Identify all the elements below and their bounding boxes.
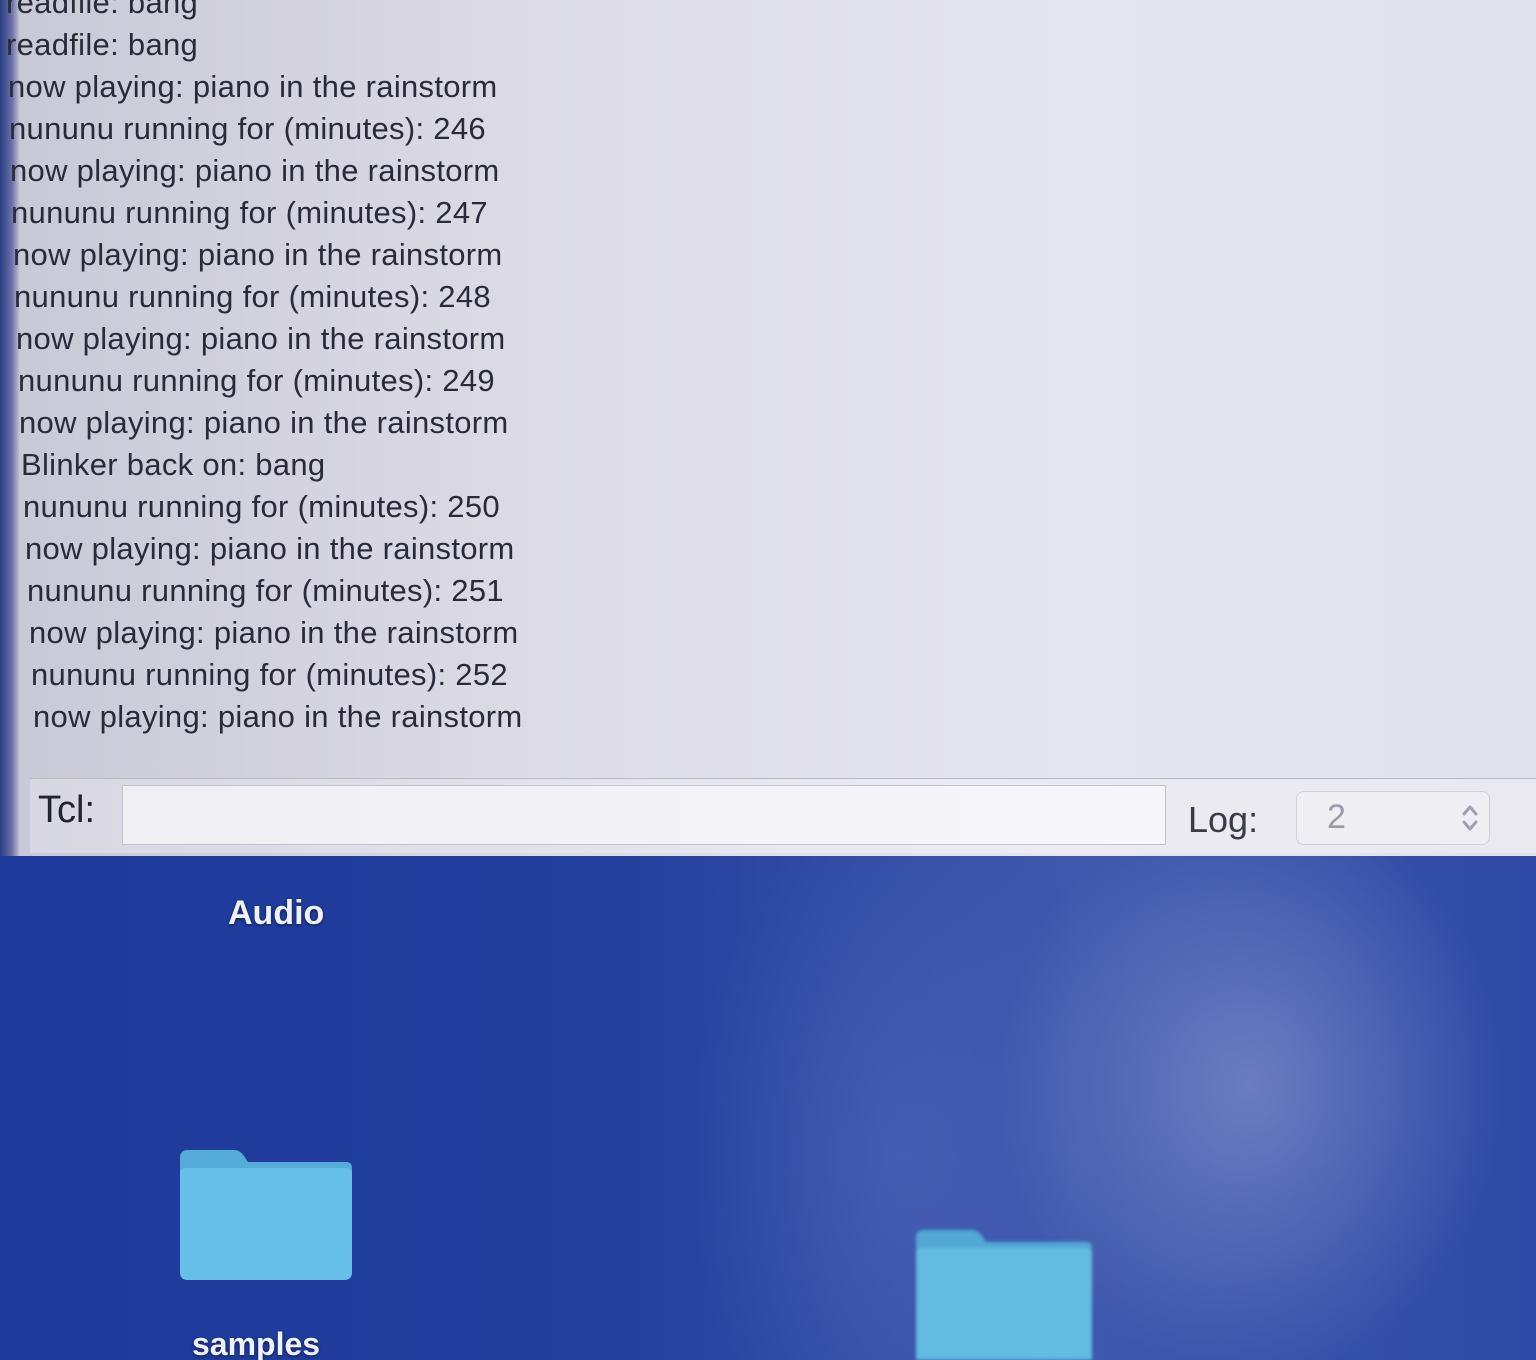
- folder-label: samples: [192, 1326, 321, 1360]
- log-line: readfile: bang: [6, 0, 199, 20]
- audio-section-label: Audio: [228, 894, 325, 932]
- log-line: nununu running for (minutes): 246: [9, 111, 486, 146]
- log-line: now playing: piano in the rainstorm: [19, 405, 509, 440]
- log-line: readfile: bang: [6, 27, 199, 62]
- log-line: nununu running for (minutes): 251: [27, 573, 504, 608]
- folder-icon[interactable]: [176, 1148, 354, 1282]
- log-level-select[interactable]: 2: [1296, 791, 1490, 845]
- log-line: nununu running for (minutes): 248: [14, 279, 491, 314]
- log-line: nununu running for (minutes): 249: [18, 363, 495, 398]
- log-line: now playing: piano in the rainstorm: [16, 321, 506, 356]
- log-level-value: 2: [1327, 798, 1346, 836]
- log-line: now playing: piano in the rainstorm: [29, 615, 519, 650]
- log-line: now playing: piano in the rainstorm: [25, 531, 515, 566]
- log-line: nununu running for (minutes): 247: [11, 195, 488, 230]
- log-line: now playing: piano in the rainstorm: [10, 153, 500, 188]
- folder-icon[interactable]: [912, 1228, 1094, 1360]
- pd-console-window: readfile: bang readfile: bang now playin…: [0, 0, 1536, 856]
- log-line: now playing: piano in the rainstorm: [13, 237, 503, 272]
- log-line: now playing: piano in the rainstorm: [8, 69, 498, 104]
- log-line: nununu running for (minutes): 252: [31, 657, 508, 692]
- tcl-label: Tcl:: [38, 789, 95, 831]
- log-line: nununu running for (minutes): 250: [23, 489, 500, 524]
- tcl-input[interactable]: [122, 785, 1166, 845]
- log-label: Log:: [1188, 799, 1259, 840]
- console-log[interactable]: readfile: bang readfile: bang now playin…: [6, 0, 626, 742]
- log-line: now playing: piano in the rainstorm: [33, 699, 523, 734]
- tcl-bar: Tcl: Log: 2: [30, 778, 1536, 853]
- log-line: Blinker back on: bang: [21, 447, 326, 482]
- screen: readfile: bang readfile: bang now playin…: [0, 0, 1536, 1360]
- up-down-chevron-icon[interactable]: [1459, 800, 1481, 836]
- desktop: Audio samples: [0, 856, 1536, 1360]
